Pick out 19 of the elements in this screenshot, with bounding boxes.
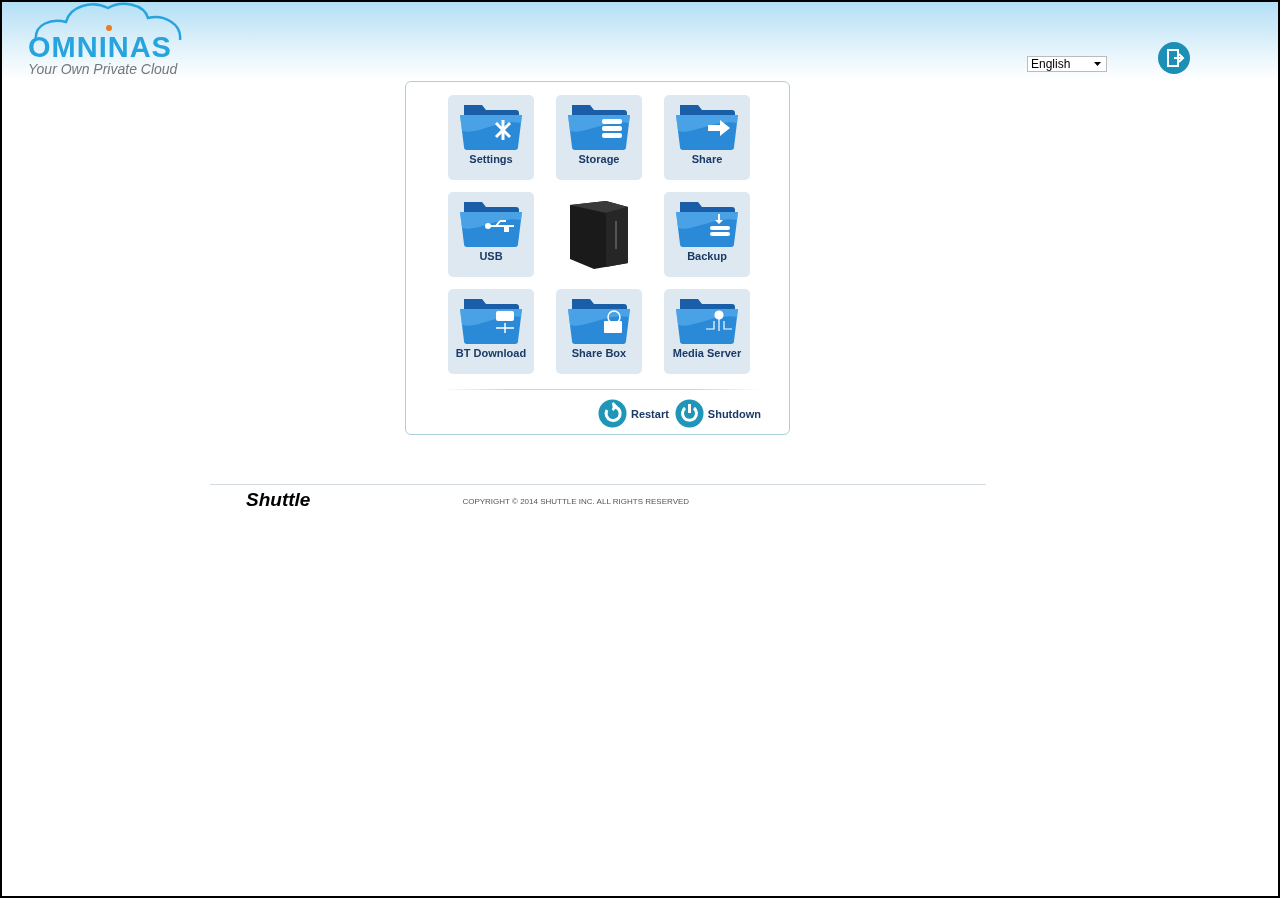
shutdown-button[interactable]: Shutdown xyxy=(674,399,761,428)
app-tile[interactable]: USB xyxy=(448,192,534,277)
restart-button[interactable]: Restart xyxy=(597,399,669,428)
logo-tagline: Your Own Private Cloud xyxy=(28,62,178,76)
app-tile[interactable]: BT Download xyxy=(448,289,534,374)
app-tile[interactable]: Share xyxy=(664,95,750,180)
copyright-text: COPYRIGHT © 2014 SHUTTLE INC. ALL RIGHTS RESERVED xyxy=(462,496,690,506)
app-tile[interactable]: Settings xyxy=(448,95,534,180)
language-select[interactable]: English xyxy=(1027,56,1107,72)
app-tile[interactable]: Storage xyxy=(556,95,642,180)
power-icon xyxy=(674,399,704,428)
app-tile[interactable]: Share Box xyxy=(556,289,642,374)
logo-text: OMNINAS xyxy=(28,32,172,62)
restart-icon xyxy=(597,399,627,428)
app-tile[interactable]: Backup xyxy=(664,192,750,277)
brand-logo: Shuttle xyxy=(246,489,311,511)
caret-icon xyxy=(1094,62,1101,66)
app-tile[interactable]: Media Server xyxy=(664,289,750,374)
logout-icon[interactable] xyxy=(1158,42,1190,74)
